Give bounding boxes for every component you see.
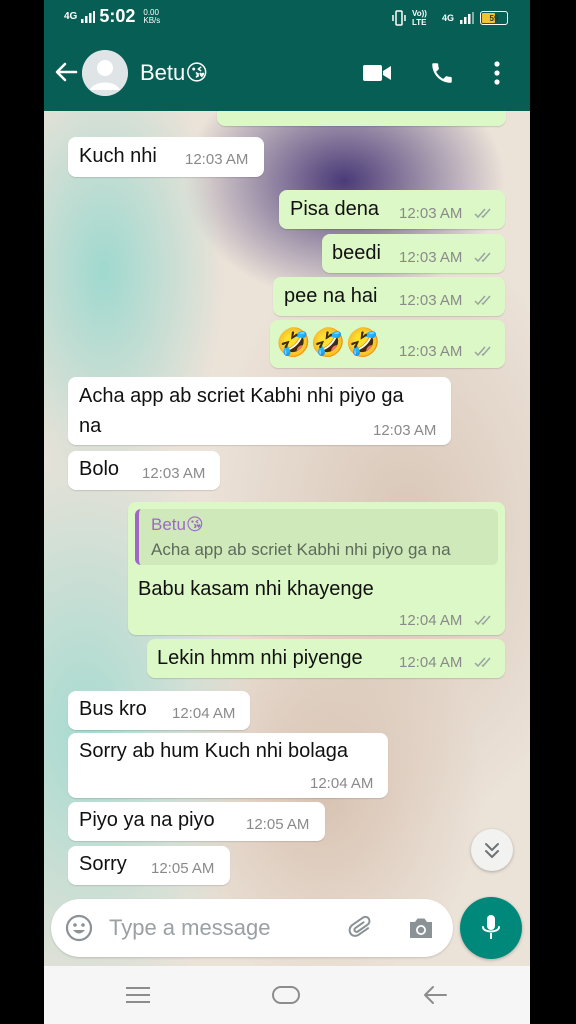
double-check-icon <box>474 295 491 306</box>
phone-screen: 4G 5:02 0.00 KB/s Vo)) LTE 4G 59 Betu😘 Ku… <box>44 0 530 1024</box>
message-time: 12:04 AM <box>172 705 236 722</box>
message-input[interactable] <box>109 910 319 946</box>
clock: 5:02 <box>99 6 136 26</box>
message-text-line1: Acha app ab scriet Kabhi nhi piyo ga <box>79 385 404 407</box>
message-text: Bolo <box>79 458 120 480</box>
message-outgoing[interactable]: Pisa dena 12:03 AM <box>279 190 505 229</box>
network-type: 4G <box>64 10 78 22</box>
data-speed-unit: KB/s <box>143 15 161 25</box>
signal-icon <box>81 10 96 23</box>
message-outgoing[interactable]: 🤣🤣🤣 12:03 AM <box>270 320 505 368</box>
message-text: beedi <box>332 242 381 264</box>
double-check-icon <box>474 346 491 357</box>
message-time: 12:04 AM <box>310 775 374 792</box>
video-call-icon[interactable] <box>362 62 392 84</box>
message-outgoing[interactable]: Lekin hmm nhi piyenge 12:04 AM <box>147 639 505 678</box>
quoted-sender: Betu😘 <box>151 515 204 534</box>
network-right: 4G <box>441 13 454 23</box>
status-bar: 4G 5:02 0.00 KB/s Vo)) LTE 4G 59 <box>44 0 530 36</box>
nav-menu-icon[interactable] <box>124 985 152 1005</box>
battery-level: 59 <box>489 13 499 23</box>
data-speed: 0.00 KB/s <box>143 8 161 25</box>
battery-icon: 59 <box>480 11 508 25</box>
message-outgoing-reply[interactable]: Betu😘 Acha app ab scriet Kabhi nhi piyo … <box>128 502 505 635</box>
message-incoming[interactable]: Sorry ab hum Kuch nhi bolaga 12:04 AM <box>68 733 388 798</box>
more-vert-icon[interactable] <box>492 60 502 86</box>
message-text: Piyo ya na piyo <box>79 809 215 831</box>
message-outgoing[interactable]: pee na hai 12:03 AM <box>273 277 505 316</box>
phone-icon[interactable] <box>429 60 455 86</box>
message-incoming[interactable]: Kuch nhi 12:03 AM <box>68 137 264 177</box>
message-incoming[interactable]: Acha app ab scriet Kabhi nhi piyo ga na … <box>68 377 451 445</box>
contact-name[interactable]: Betu😘 <box>140 60 208 86</box>
message-text: Sorry ab hum Kuch nhi bolaga <box>79 740 349 762</box>
message-text-line2: na <box>79 415 102 437</box>
double-check-icon <box>474 657 491 668</box>
message-incoming[interactable]: Sorry 12:05 AM <box>68 846 230 885</box>
message-text: Babu kasam nhi khayenge <box>138 578 374 600</box>
message-incoming[interactable]: Piyo ya na piyo 12:05 AM <box>68 802 325 841</box>
nav-home-icon[interactable] <box>271 985 301 1005</box>
message-text: Kuch nhi <box>79 145 157 167</box>
message-bubble-partial <box>217 111 506 126</box>
chevron-double-down-icon <box>485 843 499 858</box>
quoted-text: Acha app ab scriet Kabhi nhi piyo ga na <box>151 540 451 559</box>
quoted-message[interactable]: Betu😘 Acha app ab scriet Kabhi nhi piyo … <box>135 509 498 565</box>
message-text: Lekin hmm nhi piyenge <box>157 647 363 669</box>
avatar-placeholder-icon <box>82 50 128 96</box>
nav-back-icon[interactable] <box>422 983 448 1007</box>
message-outgoing[interactable]: beedi 12:03 AM <box>322 234 505 273</box>
status-left: 4G 5:02 0.00 KB/s <box>64 6 160 27</box>
message-text: pee na hai <box>284 285 378 307</box>
signal-icon-right <box>460 12 474 24</box>
system-nav-bar <box>44 966 530 1024</box>
double-check-icon <box>474 252 491 263</box>
double-check-icon <box>474 208 491 219</box>
chat-area[interactable]: Kuch nhi 12:03 AM Pisa dena 12:03 AM bee… <box>44 111 530 966</box>
message-time: 12:03 AM <box>399 205 463 222</box>
mic-button[interactable] <box>460 897 522 959</box>
status-right: Vo)) LTE 4G 59 <box>392 9 508 27</box>
message-emoji: 🤣🤣🤣 <box>276 327 381 358</box>
message-time: 12:05 AM <box>246 816 310 833</box>
message-time: 12:03 AM <box>399 249 463 266</box>
scroll-to-bottom-button[interactable] <box>471 829 513 871</box>
camera-icon[interactable] <box>407 915 435 941</box>
message-time: 12:04 AM <box>399 612 463 629</box>
message-time: 12:03 AM <box>185 151 249 168</box>
emoji-icon[interactable] <box>65 914 93 942</box>
message-time: 12:04 AM <box>399 654 463 671</box>
attach-icon[interactable] <box>347 914 375 942</box>
message-text: Sorry <box>79 853 127 875</box>
message-time: 12:03 AM <box>399 292 463 309</box>
volte-label: Vo)) LTE <box>411 9 427 27</box>
vibrate-icon <box>392 10 406 26</box>
back-arrow-icon[interactable] <box>52 58 80 86</box>
message-time: 12:03 AM <box>373 422 437 439</box>
avatar[interactable] <box>82 50 128 96</box>
message-text: Pisa dena <box>290 198 379 220</box>
mic-icon <box>482 915 500 939</box>
message-incoming[interactable]: Bus kro 12:04 AM <box>68 691 250 730</box>
message-incoming[interactable]: Bolo 12:03 AM <box>68 451 220 490</box>
chat-header: Betu😘 <box>44 36 530 111</box>
message-composer <box>51 899 453 957</box>
message-text: Bus kro <box>79 698 147 720</box>
message-time: 12:03 AM <box>399 343 463 360</box>
message-time: 12:05 AM <box>151 860 215 877</box>
message-time: 12:03 AM <box>142 465 206 482</box>
double-check-icon <box>474 615 491 626</box>
